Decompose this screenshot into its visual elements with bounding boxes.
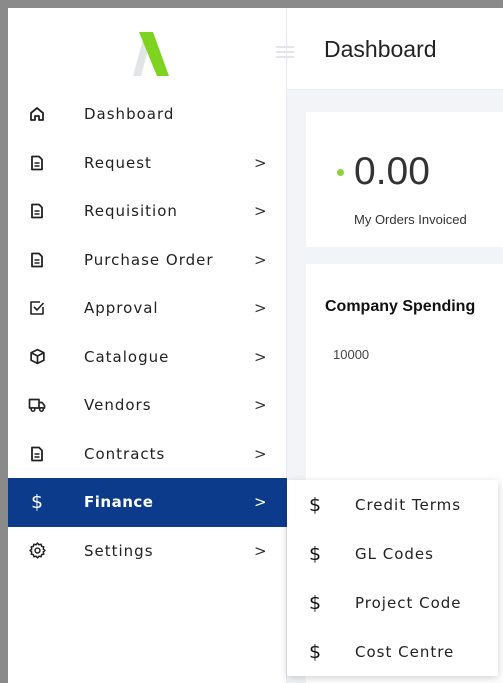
sidebar-item-contracts[interactable]: Contracts > <box>8 430 287 479</box>
submenu-item-project-code[interactable]: $ Project Code <box>287 578 498 627</box>
sidebar-item-vendors[interactable]: Vendors > <box>8 381 287 430</box>
card-title: Company Spending <box>325 298 476 315</box>
chevron-right-icon: > <box>254 299 267 318</box>
chevron-right-icon: > <box>254 202 267 221</box>
brand-logo <box>133 32 169 76</box>
sidebar-item-label: Catalogue <box>84 347 170 366</box>
top-header: Dashboard <box>287 8 503 90</box>
sidebar-item-requisition[interactable]: Requisition > <box>8 187 287 236</box>
submenu-item-label: Credit Terms <box>355 495 462 514</box>
dollar-icon: $ <box>30 491 44 514</box>
sidebar-item-purchase-order[interactable]: Purchase Order > <box>8 236 287 285</box>
sidebar-item-settings[interactable]: Settings > <box>8 527 287 576</box>
logo-area <box>8 8 287 90</box>
sidebar-item-label: Dashboard <box>84 105 175 124</box>
page-title: Dashboard <box>324 36 437 62</box>
chevron-right-icon: > <box>254 396 267 415</box>
y-axis-tick: 10000 <box>333 347 370 362</box>
document-icon <box>28 445 46 463</box>
dollar-icon: $ <box>309 542 322 565</box>
app-window: Dashboard Request > Requisition > Purcha… <box>8 8 503 683</box>
submenu-item-label: GL Codes <box>355 544 434 563</box>
truck-icon <box>28 396 46 414</box>
chevron-right-icon: > <box>254 541 267 560</box>
document-icon <box>28 154 46 172</box>
sidebar-item-label: Approval <box>84 299 159 318</box>
sidebar-item-label: Vendors <box>84 396 152 415</box>
sidebar-item-label: Settings <box>84 541 154 560</box>
cube-icon <box>28 348 46 366</box>
sidebar-item-label: Finance <box>84 493 154 512</box>
sidebar-item-dashboard[interactable]: Dashboard <box>8 90 287 139</box>
dollar-icon: $ <box>309 493 322 516</box>
orders-invoiced-card: 0.00 My Orders Invoiced <box>306 112 503 247</box>
document-icon <box>28 202 46 220</box>
stat-value: 0.00 <box>354 150 430 193</box>
sidebar-item-catalogue[interactable]: Catalogue > <box>8 333 287 382</box>
document-icon <box>28 251 46 269</box>
chevron-right-icon: > <box>254 153 267 172</box>
hamburger-menu-icon[interactable] <box>276 46 294 60</box>
chevron-right-icon: > <box>254 250 267 269</box>
chevron-right-icon: > <box>254 493 267 512</box>
home-icon <box>28 105 46 123</box>
stat-label: My Orders Invoiced <box>354 212 467 227</box>
submenu-item-label: Project Code <box>355 593 462 612</box>
chevron-right-icon: > <box>254 347 267 366</box>
sidebar-item-finance[interactable]: $ Finance > <box>8 478 287 527</box>
sidebar-nav: Dashboard Request > Requisition > Purcha… <box>8 90 287 575</box>
gear-icon <box>28 542 46 560</box>
sidebar-item-approval[interactable]: Approval > <box>8 284 287 333</box>
dollar-icon: $ <box>309 640 322 663</box>
status-dot <box>337 169 344 176</box>
sidebar-item-label: Purchase Order <box>84 250 214 269</box>
sidebar-item-label: Request <box>84 153 152 172</box>
submenu-item-gl-codes[interactable]: $ GL Codes <box>287 529 498 578</box>
submenu-item-cost-centre[interactable]: $ Cost Centre <box>287 627 498 676</box>
sidebar-item-label: Contracts <box>84 444 166 463</box>
sidebar-item-request[interactable]: Request > <box>8 139 287 188</box>
submenu-item-label: Cost Centre <box>355 642 455 661</box>
submenu-item-credit-terms[interactable]: $ Credit Terms <box>287 480 498 529</box>
checkbox-icon <box>28 299 46 317</box>
chevron-right-icon: > <box>254 444 267 463</box>
dollar-icon: $ <box>309 591 322 614</box>
sidebar-item-label: Requisition <box>84 202 178 221</box>
finance-submenu: $ Credit Terms $ GL Codes $ Project Code… <box>287 480 498 676</box>
sidebar: Dashboard Request > Requisition > Purcha… <box>8 8 287 683</box>
